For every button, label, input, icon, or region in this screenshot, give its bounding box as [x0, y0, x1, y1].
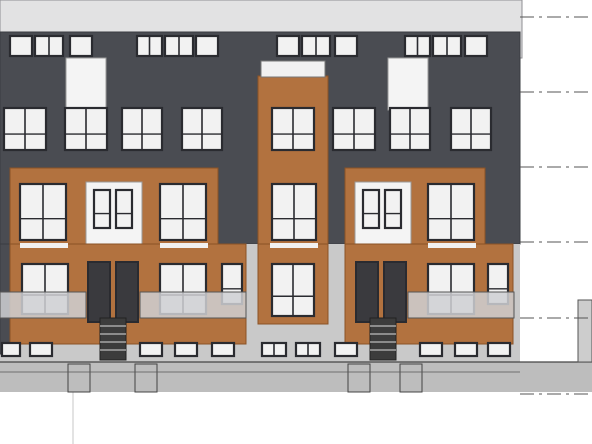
neighbour-building-stub	[577, 299, 592, 363]
elevation-drawing	[0, 0, 592, 444]
tower-roof-panel	[260, 60, 326, 78]
white-panel-left	[65, 57, 107, 111]
white-panel-right	[387, 57, 429, 111]
elevation-canvas	[0, 0, 592, 444]
